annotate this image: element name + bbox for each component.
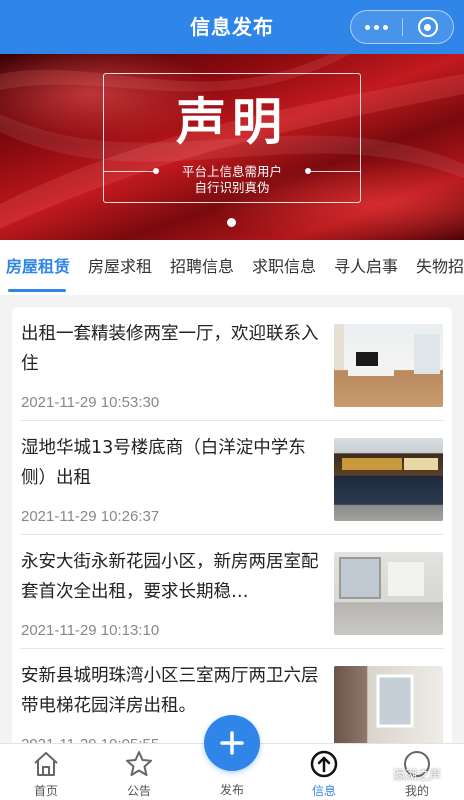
tabbar-mine-label: 我的	[404, 784, 429, 798]
tabbar-info[interactable]: 信息	[288, 744, 360, 800]
more-dots-icon	[364, 24, 388, 30]
tabbar-home-label: 首页	[33, 784, 58, 798]
close-mini-program-button[interactable]	[403, 11, 454, 43]
plus-icon	[220, 731, 244, 755]
banner-line-left	[103, 171, 157, 172]
home-icon	[34, 752, 58, 776]
announcement-banner[interactable]: 声明 平台上信息需用户 自行识别真伪	[0, 54, 464, 240]
tab-lost-found[interactable]: 失物招	[416, 240, 464, 295]
watermark-text: 瀛湖之声	[393, 768, 442, 782]
listing-thumbnail	[334, 552, 443, 635]
list-item[interactable]: 出租一套精装修两室一厅，欢迎联系入住 2021-11-29 10:53:30	[12, 307, 452, 421]
publish-label: 发布	[219, 783, 244, 797]
tab-job-seeking[interactable]: 求职信息	[252, 240, 316, 295]
tabbar-notice[interactable]: 公告	[103, 744, 175, 800]
category-tabs: 房屋租赁 房屋求租 招聘信息 求职信息 寻人启事 失物招	[0, 240, 464, 295]
listing-time: 2021-11-29 10:53:30	[21, 394, 160, 411]
banner-title: 声明	[176, 93, 288, 151]
list-item[interactable]: 湿地华城13号楼底商（白洋淀中学东侧）出租 2021-11-29 10:26:3…	[12, 421, 452, 535]
listing-thumbnail	[334, 666, 443, 747]
upload-arrow-icon	[310, 750, 338, 778]
banner-dot-right	[305, 168, 311, 174]
target-circle-icon	[417, 17, 438, 37]
listing-time: 2021-11-29 10:13:10	[21, 622, 160, 639]
tabbar-info-label: 信息	[311, 784, 336, 798]
list-item[interactable]: 永安大街永新花园小区，新房两居室配套首次全出租，要求长期稳… 2021-11-2…	[12, 535, 452, 649]
carousel-indicator[interactable]	[227, 218, 236, 227]
banner-subtitle-line2: 自行识别真伪	[194, 180, 270, 195]
listing-title: 出租一套精装修两室一厅，欢迎联系入住	[21, 324, 319, 374]
listing-title: 湿地华城13号楼底商（白洋淀中学东侧）出租	[21, 438, 306, 488]
wechat-icon	[372, 768, 390, 781]
banner-dot-left	[153, 168, 159, 174]
active-tab-underline	[8, 289, 66, 292]
listing-thumbnail	[334, 324, 443, 407]
mini-program-capsule	[350, 10, 454, 44]
star-icon	[126, 751, 152, 776]
listing-title: 永安大街永新花园小区，新房两居室配套首次全出租，要求长期稳…	[21, 552, 319, 602]
watermark: 瀛湖之声	[372, 766, 441, 783]
listing-title: 安新县城明珠湾小区三室两厅两卫六层带电梯花园洋房出租。	[21, 666, 319, 716]
tab-missing-person[interactable]: 寻人启事	[334, 240, 398, 295]
publish-button[interactable]	[204, 715, 260, 771]
top-bar: 信息发布	[0, 0, 464, 54]
listing-time: 2021-11-29 10:26:37	[21, 508, 160, 525]
tabbar-home[interactable]: 首页	[10, 744, 82, 800]
tab-house-wanted[interactable]: 房屋求租	[88, 240, 152, 295]
listing-list: 出租一套精装修两室一厅，欢迎联系入住 2021-11-29 10:53:30 湿…	[12, 307, 452, 747]
banner-subtitle: 平台上信息需用户 自行识别真伪	[163, 164, 301, 196]
banner-line-right	[307, 171, 361, 172]
listing-thumbnail	[334, 438, 443, 521]
tab-recruitment[interactable]: 招聘信息	[170, 240, 234, 295]
tabbar-notice-label: 公告	[126, 784, 151, 798]
tab-house-rental[interactable]: 房屋租赁	[6, 240, 70, 295]
more-button[interactable]	[351, 11, 402, 43]
banner-subtitle-line1: 平台上信息需用户	[181, 164, 282, 179]
